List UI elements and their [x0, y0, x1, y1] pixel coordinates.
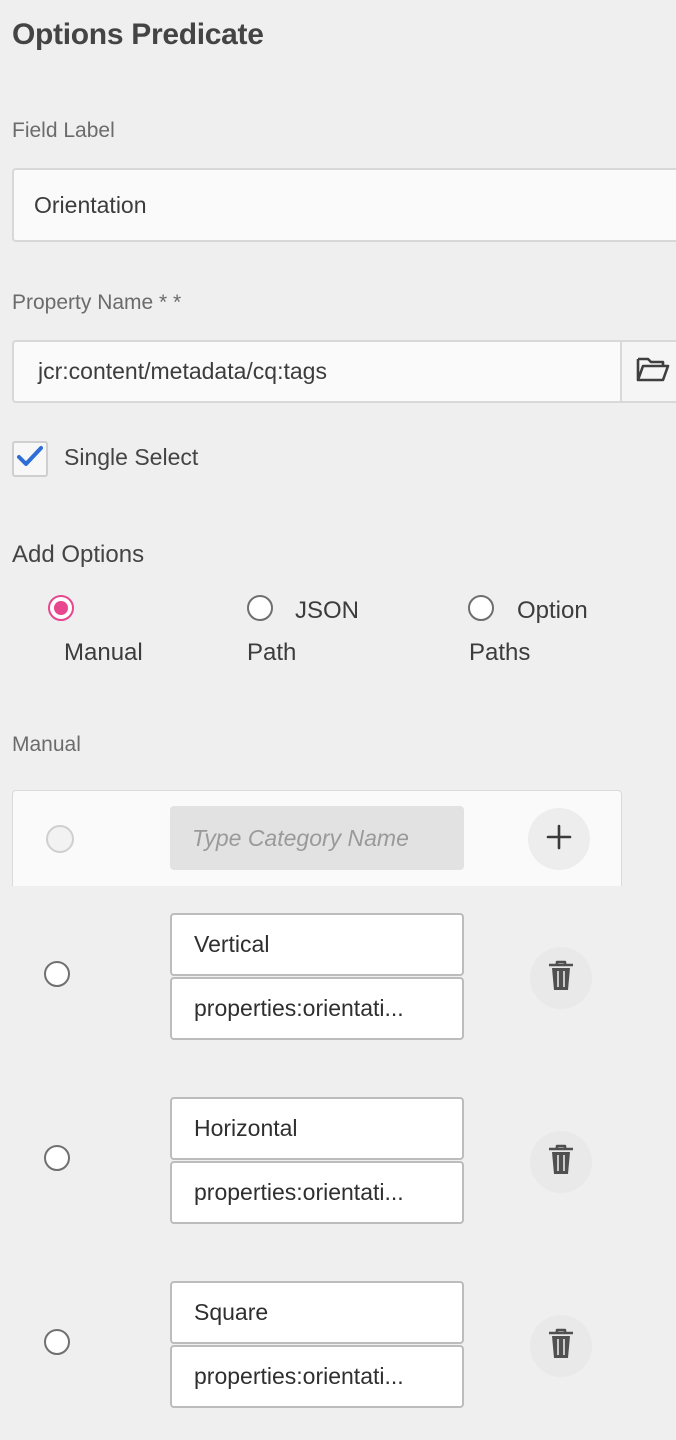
option-name-input-horizontal[interactable]: Horizontal — [170, 1097, 464, 1160]
single-select-checkbox[interactable] — [12, 441, 48, 477]
option-radio-square[interactable] — [44, 1329, 70, 1355]
field-label-label: Field Label — [12, 119, 115, 142]
option-value-input-vertical[interactable]: properties:orientati... — [170, 977, 464, 1040]
radio-json-path-label-line2: Path — [247, 639, 297, 666]
field-label-input[interactable]: Orientation — [12, 168, 676, 242]
property-name-input[interactable]: jcr:content/metadata/cq:tags — [12, 340, 622, 403]
page-title: Options Predicate — [12, 18, 264, 51]
radio-manual[interactable] — [48, 595, 74, 621]
option-value-input-square[interactable]: properties:orientati... — [170, 1345, 464, 1408]
delete-option-button-vertical[interactable] — [530, 947, 592, 1009]
category-name-input[interactable]: Type Category Name — [170, 806, 464, 870]
add-option-button[interactable] — [528, 808, 590, 870]
delete-option-button-square[interactable] — [530, 1315, 592, 1377]
property-name-label: Property Name * * — [12, 291, 182, 314]
option-name-input-vertical[interactable]: Vertical — [170, 913, 464, 976]
radio-option-paths-label-line1: Option — [517, 597, 588, 624]
single-select-label: Single Select — [64, 444, 199, 470]
trash-icon — [546, 959, 576, 998]
new-option-radio[interactable] — [46, 825, 74, 853]
option-value-input-horizontal[interactable]: properties:orientati... — [170, 1161, 464, 1224]
radio-option-paths[interactable] — [468, 595, 494, 621]
manual-section-label: Manual — [12, 733, 81, 756]
delete-option-button-horizontal[interactable] — [530, 1131, 592, 1193]
add-options-heading: Add Options — [12, 541, 145, 568]
checkmark-icon — [16, 445, 44, 474]
trash-icon — [546, 1143, 576, 1182]
option-radio-horizontal[interactable] — [44, 1145, 70, 1171]
trash-icon — [546, 1327, 576, 1366]
radio-manual-label: Manual — [64, 639, 143, 666]
folder-icon — [636, 355, 670, 388]
option-radio-vertical[interactable] — [44, 961, 70, 987]
browse-path-button[interactable] — [622, 340, 676, 403]
plus-icon — [546, 824, 572, 855]
option-name-input-square[interactable]: Square — [170, 1281, 464, 1344]
radio-json-path[interactable] — [247, 595, 273, 621]
radio-json-path-label-line1: JSON — [295, 597, 360, 624]
radio-option-paths-label-line2: Paths — [469, 639, 531, 666]
